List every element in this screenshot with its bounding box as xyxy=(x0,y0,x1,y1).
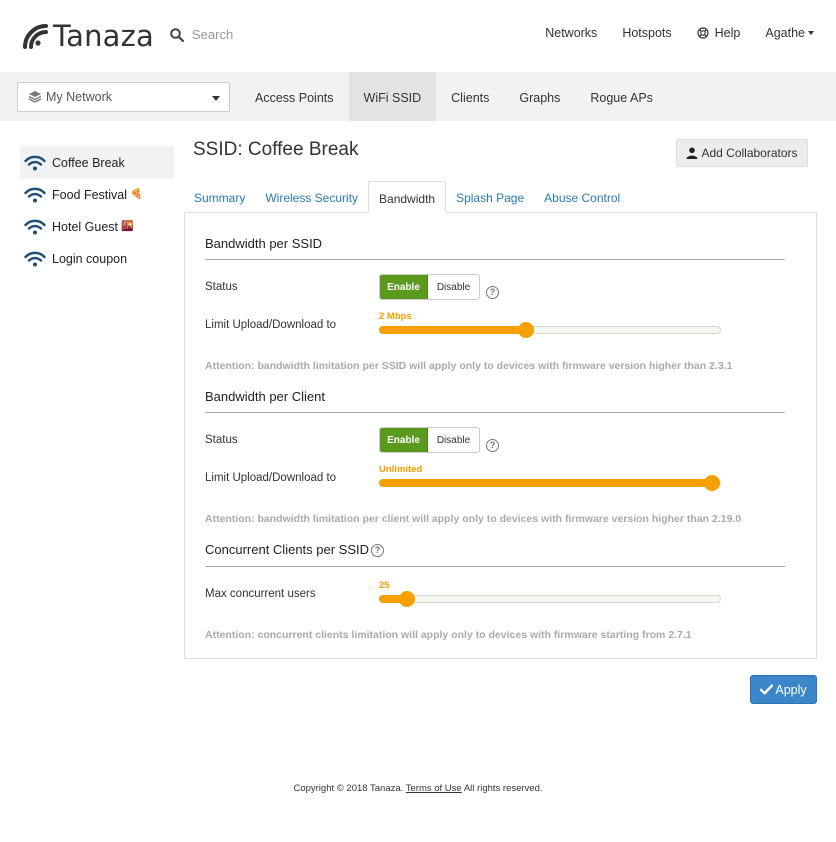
checkmark-icon xyxy=(760,684,774,695)
ssid-attention-note: Attention: bandwidth limitation per SSID… xyxy=(205,360,733,372)
rights-text: All rights reserved. xyxy=(463,783,543,794)
tab-abuse-control[interactable]: Abuse Control xyxy=(534,181,630,213)
wifi-icon xyxy=(24,155,46,170)
ssid-slider-value: 2 Mbps xyxy=(379,311,412,322)
tab-splash-page[interactable]: Splash Page xyxy=(446,181,534,213)
sidebar-item-label: Login coupon xyxy=(52,251,128,266)
network-select[interactable]: My Network xyxy=(17,82,230,112)
tab-rogue-aps[interactable]: Rogue APs xyxy=(575,72,668,121)
slider-fill xyxy=(379,479,713,487)
brand-name: Tanaza xyxy=(53,19,155,53)
lifebuoy-icon xyxy=(697,27,709,39)
ssid-tabs: Summary Wireless Security Bandwidth Spla… xyxy=(184,181,630,213)
user-name: Agathe xyxy=(765,26,805,40)
section-tabs: Access Points WiFi SSID Clients Graphs R… xyxy=(240,72,668,121)
nav-networks[interactable]: Networks xyxy=(545,26,597,40)
sidebar-item-label: Coffee Break xyxy=(52,155,125,170)
client-disable-button[interactable]: Disable xyxy=(428,428,479,452)
slider-handle[interactable] xyxy=(518,322,534,338)
search-input[interactable] xyxy=(192,27,312,42)
section-title-concurrent: Concurrent Clients per SSID xyxy=(205,542,369,557)
ssid-enable-button[interactable]: Enable xyxy=(380,275,428,299)
network-select-value: My Network xyxy=(46,90,112,104)
sidebar-item-hotel-guest[interactable]: Hotel Guest 🌇 xyxy=(20,210,174,243)
apply-label: Apply xyxy=(775,682,807,697)
nav-networks-label: Networks xyxy=(545,26,598,40)
top-header: Tanaza Networks Hotspots Help Agathe xyxy=(0,0,836,72)
tab-access-points[interactable]: Access Points xyxy=(240,72,349,121)
chevron-down-icon xyxy=(808,31,814,35)
page-title: SSID: Coffee Break xyxy=(193,139,359,160)
client-slider-value: Unlimited xyxy=(379,464,423,475)
concurrent-users-slider[interactable] xyxy=(379,591,721,607)
slider-fill xyxy=(379,326,527,334)
sidebar-item-label: Food Festival xyxy=(52,187,128,202)
section-title-concurrent-text: Concurrent Clients per SSID xyxy=(205,542,370,557)
help-icon[interactable]: ? xyxy=(486,439,499,452)
concurrent-slider-value: 25 xyxy=(379,580,390,591)
slider-handle[interactable] xyxy=(704,475,720,491)
section-divider xyxy=(205,259,785,260)
client-limit-label: Limit Upload/Download to xyxy=(205,472,337,484)
wifi-icon xyxy=(24,251,46,266)
bandwidth-panel: Bandwidth per SSID Status Enable Disable… xyxy=(184,212,817,659)
layers-icon xyxy=(28,91,42,103)
help-icon[interactable]: ? xyxy=(371,544,384,557)
slider-handle[interactable] xyxy=(399,591,415,607)
tab-wireless-security[interactable]: Wireless Security xyxy=(255,181,368,213)
wifi-icon xyxy=(24,219,46,234)
sidebar-item-label: Hotel Guest xyxy=(52,219,119,234)
nav-help[interactable]: Help xyxy=(697,26,741,40)
nav-hotspots-label: Hotspots xyxy=(622,26,672,40)
nav-hotspots[interactable]: Hotspots xyxy=(622,26,671,40)
top-nav: Networks Hotspots Help Agathe xyxy=(520,26,814,40)
sidebar-item-coffee-break[interactable]: Coffee Break xyxy=(20,146,174,179)
ssid-bandwidth-slider[interactable] xyxy=(379,322,721,338)
section-title-ssid: Bandwidth per SSID xyxy=(205,236,323,251)
terms-of-use-link[interactable]: Terms of Use xyxy=(406,783,462,794)
section-title-client: Bandwidth per Client xyxy=(205,389,325,404)
tab-graphs[interactable]: Graphs xyxy=(504,72,575,121)
copyright-text: Copyright © 2018 Tanaza. xyxy=(293,783,404,794)
ssid-status-label: Status xyxy=(205,281,238,293)
ssid-sidebar: Coffee Break Food Festival 🍕 Hotel Guest… xyxy=(20,146,174,274)
section-divider xyxy=(205,566,785,567)
search-box[interactable] xyxy=(170,27,312,42)
tab-clients[interactable]: Clients xyxy=(436,72,504,121)
tab-summary[interactable]: Summary xyxy=(184,181,255,213)
footer: Copyright © 2018 Tanaza. Terms of Use Al… xyxy=(0,783,836,794)
add-collaborators-button[interactable]: Add Collaborators xyxy=(676,139,808,167)
client-bandwidth-slider[interactable] xyxy=(379,475,721,491)
client-status-toggle: Enable Disable xyxy=(379,427,480,453)
help-icon[interactable]: ? xyxy=(486,286,499,299)
tab-wifi-ssid[interactable]: WiFi SSID xyxy=(348,72,437,121)
concurrent-attention-note: Attention: concurrent clients limitation… xyxy=(205,629,692,641)
chevron-down-icon xyxy=(212,96,220,101)
tanaza-logo[interactable]: Tanaza xyxy=(22,19,154,53)
client-attention-note: Attention: bandwidth limitation per clie… xyxy=(205,513,742,525)
hotel-icon: 🌇 xyxy=(121,221,134,232)
sidebar-item-login-coupon[interactable]: Login coupon xyxy=(20,242,174,275)
client-enable-button[interactable]: Enable xyxy=(380,428,428,452)
network-bar: My Network Access Points WiFi SSID Clien… xyxy=(0,72,836,121)
nav-user-menu[interactable]: Agathe xyxy=(765,26,814,40)
user-icon xyxy=(686,147,698,159)
ssid-limit-label: Limit Upload/Download to xyxy=(205,319,337,331)
ssid-status-toggle: Enable Disable xyxy=(379,274,480,300)
apply-button[interactable]: Apply xyxy=(750,675,817,704)
nav-help-label: Help xyxy=(714,26,741,40)
tanaza-logo-icon xyxy=(23,24,48,49)
pizza-icon: 🍕 xyxy=(130,189,143,200)
search-icon xyxy=(170,27,184,42)
tab-bandwidth[interactable]: Bandwidth xyxy=(368,181,447,213)
add-collaborators-label: Add Collaborators xyxy=(701,146,798,160)
max-users-label: Max concurrent users xyxy=(205,588,316,600)
client-status-label: Status xyxy=(205,434,238,446)
section-divider xyxy=(205,412,785,413)
sidebar-item-food-festival[interactable]: Food Festival 🍕 xyxy=(20,178,174,211)
wifi-icon xyxy=(24,187,46,202)
ssid-disable-button[interactable]: Disable xyxy=(428,275,479,299)
